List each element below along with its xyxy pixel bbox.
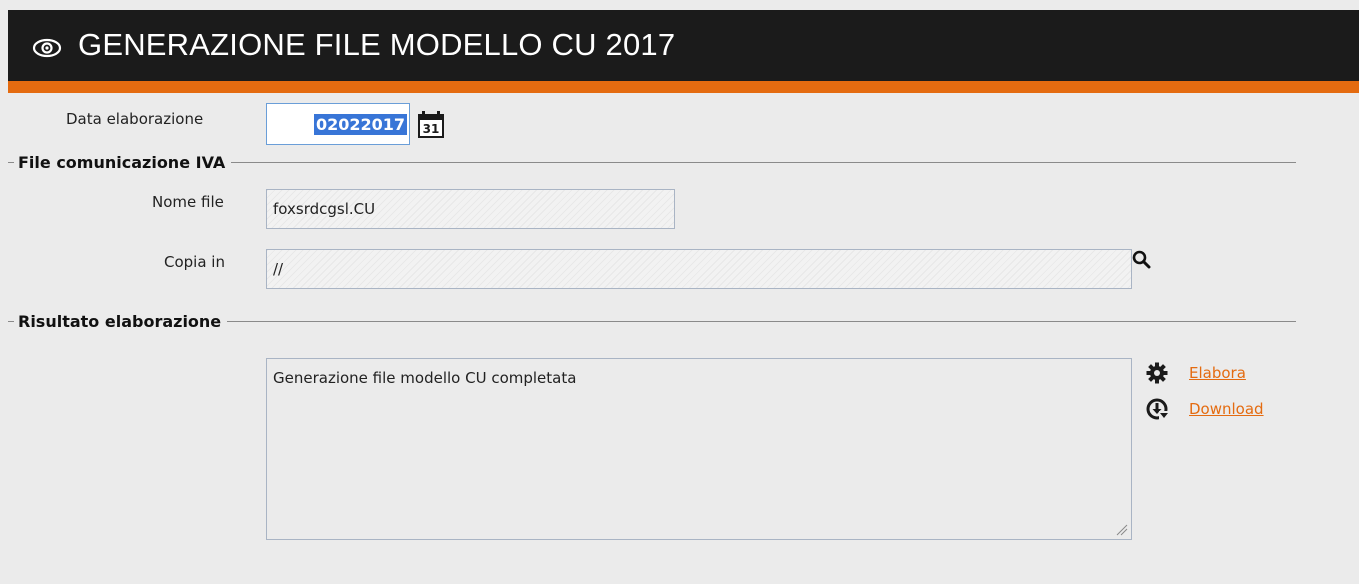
- gear-icon[interactable]: [1145, 361, 1169, 385]
- copia-in-value: //: [273, 260, 284, 278]
- page-title: GENERAZIONE FILE MODELLO CU 2017: [78, 27, 676, 62]
- result-text: Generazione file modello CU completata: [273, 369, 577, 387]
- elabora-action[interactable]: Elabora: [1145, 361, 1246, 385]
- nome-file-field[interactable]: foxsrdcgsl.CU: [266, 189, 675, 229]
- section-title-file: File comunicazione IVA: [18, 152, 226, 172]
- copia-in-label: Copia in: [164, 253, 225, 271]
- data-elaborazione-input[interactable]: 02022017: [266, 103, 410, 145]
- resize-grip-icon[interactable]: [1116, 524, 1128, 536]
- search-icon[interactable]: [1131, 249, 1153, 271]
- result-textarea[interactable]: Generazione file modello CU completata: [266, 358, 1132, 540]
- download-icon[interactable]: [1145, 397, 1169, 421]
- nome-file-value: foxsrdcgsl.CU: [273, 200, 376, 218]
- copia-in-field[interactable]: //: [266, 249, 1132, 289]
- section-divider: [227, 320, 1296, 322]
- section-file-comunicazione: File comunicazione IVA: [8, 152, 1296, 172]
- download-link[interactable]: Download: [1189, 400, 1264, 418]
- elabora-link[interactable]: Elabora: [1189, 364, 1246, 382]
- download-action[interactable]: Download: [1145, 397, 1264, 421]
- page-header: GENERAZIONE FILE MODELLO CU 2017: [8, 10, 1359, 93]
- nome-file-label: Nome file: [152, 193, 224, 211]
- calendar-day: 31: [423, 122, 440, 136]
- data-elaborazione-label: Data elaborazione: [66, 110, 204, 128]
- calendar-icon[interactable]: 31: [416, 110, 446, 140]
- section-divider: [231, 161, 1296, 163]
- data-elaborazione-value: 02022017: [313, 113, 407, 135]
- section-title-result: Risultato elaborazione: [18, 311, 222, 331]
- section-risultato-elaborazione: Risultato elaborazione: [8, 311, 1296, 331]
- eye-icon: [32, 38, 62, 58]
